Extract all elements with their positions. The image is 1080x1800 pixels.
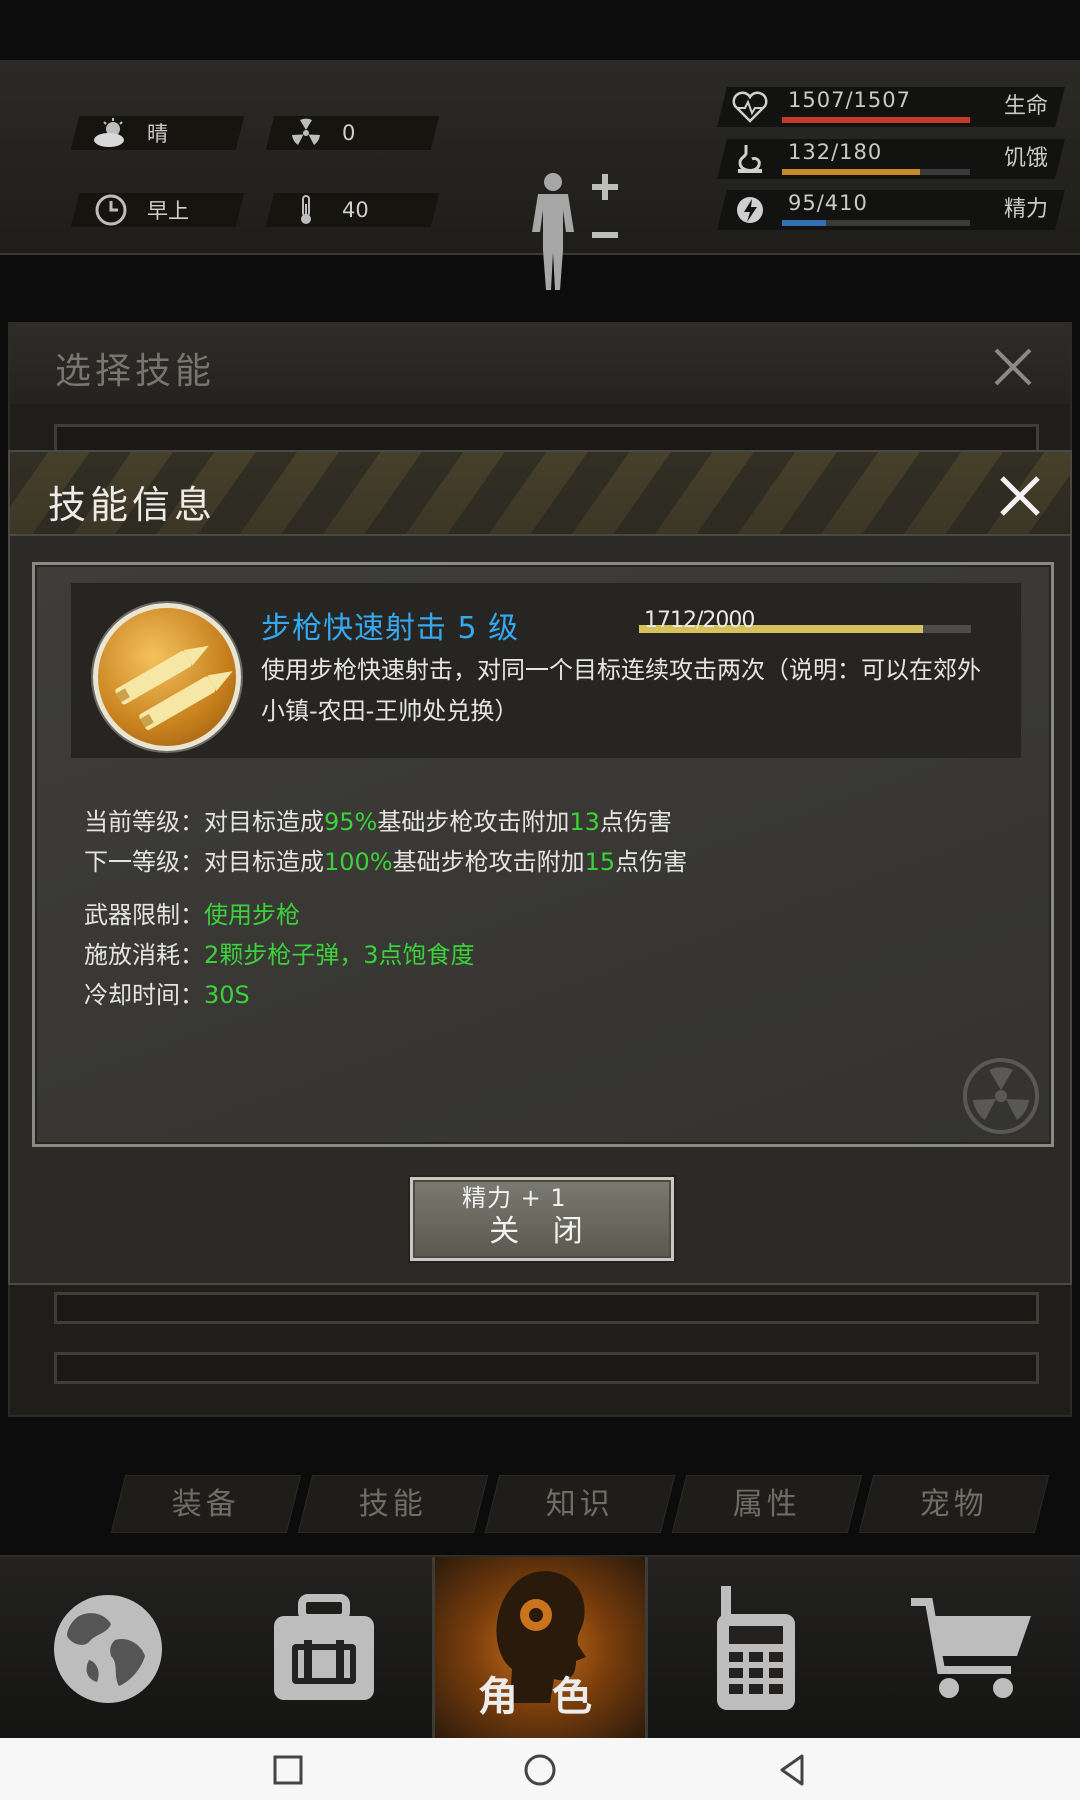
cast-cost-line: 施放消耗：2颗步枪子弹，3点饱食度 [84, 935, 475, 970]
cooldown-label: 冷却时间： [84, 981, 204, 1009]
weapon-limit-value: 使用步枪 [204, 901, 300, 929]
tab-label: 属性 [732, 1487, 801, 1522]
current-level-text-end: 点伤害 [599, 808, 672, 836]
skill-summary: 步枪快速射击 5 级 1712/2000 使用步枪快速射击，对同一个目标连续攻击… [71, 583, 1021, 758]
next-level-line: 下一等级：对目标造成100%基础步枪攻击附加15点伤害 [84, 842, 687, 877]
radiation-watermark-icon [963, 1058, 1039, 1134]
recent-apps-icon[interactable] [270, 1752, 306, 1788]
skill-info-dialog: 技能信息 步枪快速射击 5 级 1712/2000 使用步枪快速射击，对同一个目… [8, 450, 1072, 1285]
temperature-value: 40 [342, 198, 369, 222]
tab-equipment[interactable]: 装备 [110, 1475, 302, 1533]
skill-xp-text: 1712/2000 [644, 608, 755, 633]
skill-info-header: 技能信息 [10, 452, 1070, 536]
next-level-text: 对目标造成 [204, 848, 324, 876]
energy-icon [737, 197, 763, 223]
heart-icon [732, 91, 768, 123]
thermometer-icon [284, 195, 328, 225]
list-item[interactable] [54, 1292, 1039, 1324]
globe-icon [54, 1594, 162, 1703]
cooldown-line: 冷却时间：30S [84, 975, 250, 1010]
rifle-bullets-icon [93, 603, 241, 751]
skill-name: 步枪快速射击 5 级 [261, 611, 520, 646]
tab-skills[interactable]: 技能 [297, 1475, 489, 1533]
energy-stat: 95/410 精力 [717, 190, 1065, 230]
next-level-label: 下一等级： [84, 848, 204, 876]
current-level-line: 当前等级：对目标造成95%基础步枪攻击附加13点伤害 [84, 802, 672, 837]
time-of-day: 早上 [147, 199, 189, 223]
list-item[interactable] [54, 1352, 1039, 1384]
next-level-percent: 100% [324, 848, 393, 876]
clock-icon [89, 194, 133, 226]
skill-info-body: 步枪快速射击 5 级 1712/2000 使用步枪快速射击，对同一个目标连续攻击… [32, 562, 1054, 1147]
energy-bar [782, 220, 826, 226]
skill-info-title: 技能信息 [48, 483, 217, 527]
weather-text: 晴 [147, 122, 168, 146]
health-value: 1507/1507 [788, 88, 911, 112]
hunger-value: 132/180 [788, 140, 883, 164]
body-status-button[interactable] [520, 172, 630, 292]
cooldown-value: 30S [204, 981, 250, 1009]
nav-backpack[interactable] [216, 1557, 432, 1740]
system-navigation-bar [0, 1738, 1080, 1800]
back-icon[interactable] [774, 1752, 810, 1788]
energy-value: 95/410 [788, 191, 868, 215]
next-level-bonus: 15 [584, 848, 616, 876]
skill-description: 使用步枪快速射击，对同一个目标连续攻击两次（说明：可以在郊外小镇-农田-王帅处兑… [261, 656, 981, 725]
tab-knowledge[interactable]: 知识 [484, 1475, 676, 1533]
weather-chip: 晴 [70, 116, 245, 150]
nav-shop[interactable] [864, 1557, 1080, 1740]
select-skill-title: 选择技能 [55, 351, 216, 392]
tab-pets[interactable]: 宠物 [858, 1475, 1050, 1533]
backpack-icon [274, 1593, 374, 1700]
bottom-navigation: 角 色 [0, 1555, 1080, 1740]
human-body-icon [532, 173, 618, 290]
hunger-stat: 132/180 饥饿 [717, 139, 1065, 179]
current-level-bonus: 13 [569, 808, 600, 836]
current-level-percent: 95% [324, 808, 378, 836]
tab-label: 知识 [545, 1487, 614, 1522]
stomach-icon [738, 145, 762, 173]
cast-cost-value: 2颗步枪子弹，3点饱食度 [204, 941, 475, 969]
radiation-value: 0 [342, 121, 356, 145]
cast-cost-label: 施放消耗： [84, 941, 204, 969]
current-level-label: 当前等级： [84, 808, 204, 836]
next-level-text-end: 点伤害 [615, 848, 688, 876]
radiation-icon [284, 118, 328, 148]
health-bar [782, 117, 970, 123]
tab-label: 技能 [358, 1487, 427, 1522]
skill-info-close-icon[interactable] [998, 474, 1042, 518]
current-level-text-mid: 基础步枪攻击附加 [377, 808, 570, 836]
character-tabs: 装备 技能 知识 属性 宠物 [108, 1475, 1063, 1533]
next-level-text-mid: 基础步枪攻击附加 [392, 848, 585, 876]
home-icon[interactable] [522, 1752, 558, 1788]
hunger-label: 饥饿 [1003, 146, 1048, 171]
nav-radio[interactable] [648, 1557, 864, 1740]
weapon-limit-label: 武器限制： [84, 901, 204, 929]
select-skill-close-icon[interactable] [992, 346, 1034, 388]
weapon-limit-line: 武器限制：使用步枪 [84, 895, 300, 930]
nav-character-label: 角 色 [478, 1674, 602, 1720]
radiation-chip: 0 [265, 116, 440, 150]
temperature-chip: 40 [265, 193, 440, 227]
health-stat: 1507/1507 生命 [717, 87, 1065, 127]
tab-attributes[interactable]: 属性 [671, 1475, 863, 1533]
tab-label: 宠物 [919, 1487, 988, 1522]
time-chip: 早上 [70, 193, 245, 227]
nav-world[interactable] [0, 1557, 216, 1740]
energy-gain-popup: 精力 + 1 [462, 1184, 567, 1212]
radio-icon [717, 1585, 795, 1710]
current-level-text: 对目标造成 [204, 808, 324, 836]
health-label: 生命 [1003, 94, 1048, 119]
nav-character[interactable]: 角 色 [432, 1557, 648, 1740]
tab-label: 装备 [171, 1487, 240, 1522]
weather-sunny-cloud-icon [89, 118, 133, 148]
energy-label: 精力 [1003, 197, 1048, 222]
select-skill-header: 选择技能 [10, 324, 1070, 404]
hunger-bar [782, 169, 920, 175]
cart-icon [911, 1597, 1031, 1698]
